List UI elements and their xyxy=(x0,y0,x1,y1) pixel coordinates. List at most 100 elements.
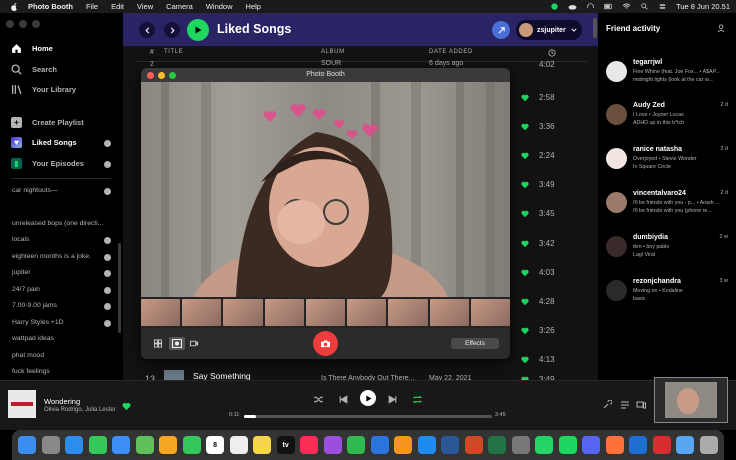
video-mode-icon[interactable] xyxy=(189,339,199,348)
liked-heart-icon[interactable] xyxy=(521,269,529,277)
liked-heart-icon[interactable] xyxy=(521,94,529,102)
playlist-item[interactable]: Harry Styles +1D xyxy=(12,319,112,326)
maps-icon[interactable] xyxy=(135,436,154,454)
whatsapp-icon[interactable] xyxy=(535,436,554,454)
liked-heart-icon[interactable] xyxy=(521,298,529,306)
reminders-icon[interactable] xyxy=(229,436,248,454)
menu-view[interactable]: View xyxy=(137,2,153,11)
friend-item[interactable]: Audy Zed 2 d I Love • Joyner Lucas ADHD up … xyxy=(606,102,731,142)
playback-progress[interactable] xyxy=(244,415,492,418)
photo-thumbnail[interactable] xyxy=(347,299,387,326)
firefox-icon[interactable] xyxy=(605,436,624,454)
liked-heart-icon[interactable] xyxy=(521,327,529,335)
trash-icon[interactable] xyxy=(699,436,718,454)
photo-booth-titlebar[interactable]: Photo Booth xyxy=(141,68,510,82)
liked-heart-icon[interactable] xyxy=(521,210,529,218)
app-store-icon[interactable] xyxy=(417,436,436,454)
playlist-item[interactable]: jupiter xyxy=(12,269,112,276)
photo-thumbnail[interactable] xyxy=(223,299,263,326)
play-playlist-button[interactable] xyxy=(187,19,209,41)
photo-thumbnail[interactable] xyxy=(141,299,181,326)
create-playlist-button[interactable]: + Create Playlist xyxy=(11,117,84,128)
photo-thumbnail[interactable] xyxy=(305,299,346,326)
wifi-icon[interactable] xyxy=(622,3,631,10)
sidebar-scrollbar[interactable] xyxy=(118,243,121,333)
friend-context[interactable]: Lagi Viral xyxy=(633,252,731,258)
lyrics-icon[interactable] xyxy=(602,400,612,410)
playlist-item[interactable]: unreleased bops (one directi... xyxy=(12,220,112,227)
sidebar-item-library[interactable]: Your Library xyxy=(11,84,76,95)
devices-icon[interactable] xyxy=(636,400,646,410)
calendar-icon[interactable]: 8 xyxy=(206,436,225,454)
pages-icon[interactable] xyxy=(394,436,413,454)
friend-context[interactable]: midnight lights (look at the car w... xyxy=(633,77,731,83)
sidebar-item-home[interactable]: Home xyxy=(11,43,53,54)
messages-icon[interactable] xyxy=(88,436,107,454)
friend-context[interactable]: In Square Circle xyxy=(633,164,731,170)
cloud-icon[interactable] xyxy=(568,3,577,10)
forward-button[interactable] xyxy=(164,22,180,38)
music-icon[interactable] xyxy=(300,436,319,454)
playlist-item[interactable]: 7.00-9.00 jams xyxy=(12,302,112,309)
user-menu-button[interactable]: zsjupiter xyxy=(516,20,582,40)
powerpoint-icon[interactable] xyxy=(464,436,483,454)
playlist-item[interactable]: eighteen months is a joke. xyxy=(12,253,112,260)
playlist-item[interactable]: phat mood xyxy=(12,352,112,359)
menu-help[interactable]: Help xyxy=(246,2,261,11)
spotify-status-icon[interactable] xyxy=(550,3,559,10)
friend-item[interactable]: tegarrjwl Fine Whine (feat. Joe Fox... • … xyxy=(606,59,731,99)
like-heart-icon[interactable] xyxy=(122,402,131,411)
photo-thumbnail[interactable] xyxy=(264,299,304,326)
podcasts-icon[interactable] xyxy=(323,436,342,454)
playlist-item[interactable]: locals xyxy=(12,236,112,243)
menu-edit[interactable]: Edit xyxy=(111,2,124,11)
photo-booth-icon[interactable] xyxy=(652,436,671,454)
friend-name[interactable]: tegarrjwl xyxy=(633,59,662,66)
photo-thumbnail[interactable] xyxy=(429,299,469,326)
discord-icon[interactable] xyxy=(582,436,601,454)
close-dot[interactable] xyxy=(6,20,14,28)
main-scrollbar[interactable] xyxy=(593,18,597,38)
friend-context[interactable]: i'll be friends with you (phone re... xyxy=(633,208,731,214)
friend-item[interactable]: rezonjchandra 3 w Moving on • Kodaline basi… xyxy=(606,278,731,318)
menu-app-name[interactable]: Photo Booth xyxy=(28,2,73,11)
screenshot-preview-thumbnail[interactable] xyxy=(654,377,728,423)
headphones-icon[interactable] xyxy=(586,3,595,10)
menu-file[interactable]: File xyxy=(86,2,98,11)
menu-camera[interactable]: Camera xyxy=(166,2,193,11)
friend-share-button[interactable] xyxy=(492,21,510,39)
safari-icon[interactable] xyxy=(65,436,84,454)
photo-thumbnail[interactable] xyxy=(470,299,510,326)
friend-context[interactable]: basic xyxy=(633,296,731,302)
friend-name[interactable]: dumbiydia xyxy=(633,234,668,241)
shuffle-icon[interactable] xyxy=(313,394,324,405)
sidebar-item-your-episodes[interactable]: ▮ Your Episodes xyxy=(11,158,84,169)
add-friend-icon[interactable] xyxy=(717,24,726,33)
folder-icon[interactable] xyxy=(676,436,695,454)
take-photo-button[interactable] xyxy=(313,331,338,356)
col-title[interactable]: TITLE xyxy=(164,49,183,61)
photo-thumbnail[interactable] xyxy=(182,299,222,326)
mail-icon[interactable] xyxy=(112,436,131,454)
liked-heart-icon[interactable] xyxy=(521,240,529,248)
bluetooth-icon[interactable] xyxy=(629,436,648,454)
friend-name[interactable]: vincentalvaro24 xyxy=(633,190,686,197)
friend-name[interactable]: Audy Zed xyxy=(633,102,665,109)
system-preferences-icon[interactable] xyxy=(511,436,530,454)
search-menubar-icon[interactable] xyxy=(640,3,649,10)
keynote-icon[interactable] xyxy=(370,436,389,454)
finder-icon[interactable] xyxy=(18,436,36,454)
playlist-item[interactable]: wattpad ideas xyxy=(12,335,112,342)
photos-icon[interactable] xyxy=(159,436,178,454)
control-center-icon[interactable] xyxy=(658,3,667,10)
excel-icon[interactable] xyxy=(488,436,507,454)
repeat-icon[interactable] xyxy=(412,394,423,405)
friend-context[interactable]: ADHD up in this b*tch xyxy=(633,120,731,126)
back-button[interactable] xyxy=(139,22,155,38)
apple-icon[interactable] xyxy=(10,2,18,11)
friend-item[interactable]: vincentalvaro24 2 d i'll be friends with y… xyxy=(606,190,731,230)
friend-track[interactable]: Overjoyed • Stevie Wonder xyxy=(633,156,731,162)
now-playing-artwork[interactable] xyxy=(8,390,36,418)
friend-item[interactable]: dumbiydia 2 w tkm • boy pablo Lagi Viral xyxy=(606,234,731,274)
now-playing-artist[interactable]: Olivia Rodrigo, Julia Lester xyxy=(44,407,116,413)
